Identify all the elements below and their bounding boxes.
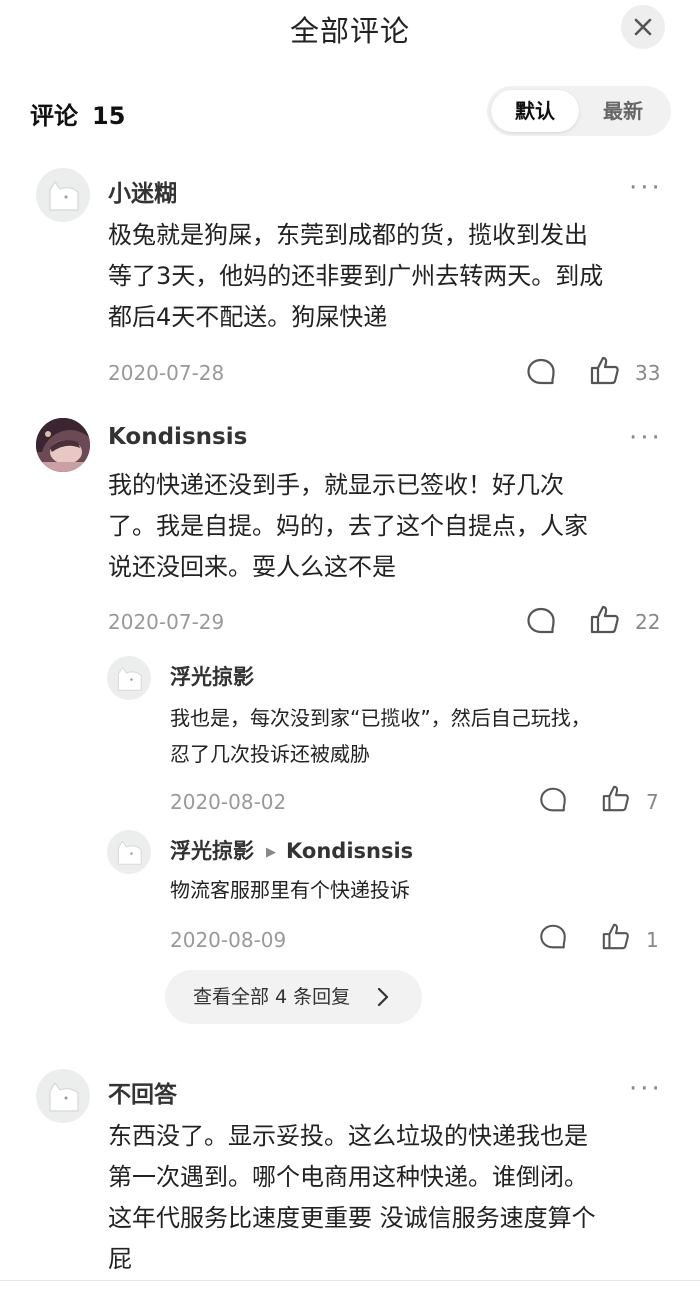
comment-text-line: 说还没回来。耍人么这不是 [108,553,396,581]
like-thumb-icon[interactable] [589,603,621,635]
page-title: 全部评论 [289,14,410,48]
anime-avatar-icon [36,418,90,472]
reply-bubble-icon[interactable] [525,605,557,637]
like-count: 1 [646,928,659,952]
comment-text-line: 东西没了。显示妥投。这么垃圾的快递我也是 [108,1122,588,1150]
comment-author[interactable]: 小迷糊 [108,174,177,208]
reply-text: 物流客服那里有个快递投诉 [170,872,660,908]
comment-text-line: 极兔就是狗屎，东莞到成都的货，揽收到发出 [108,221,588,249]
sort-latest-button[interactable]: 最新 [579,90,667,132]
avatar[interactable] [36,418,90,472]
more-options-button[interactable]: ··· [629,425,663,451]
like-thumb-icon[interactable] [601,921,631,951]
comment-count-value: 15 [92,102,126,130]
avatar[interactable] [107,830,151,874]
avatar[interactable] [107,656,151,700]
view-all-replies-button[interactable]: 查看全部 4 条回复 [165,970,422,1024]
reply-to-user[interactable]: Kondisnsis [286,839,413,863]
chevron-right-icon [377,987,389,1007]
reply-text: 我也是，每次没到家“已揽收”，然后自己玩找， 忍了几次投诉还被威胁 [170,700,660,772]
comment-count-label: 评论 [30,102,78,130]
comment-date: 2020-07-28 [108,361,225,385]
reply-date: 2020-08-02 [170,790,287,814]
comment-text-line: 这年代服务比速度更重要 没诚信服务速度算个 [108,1204,596,1232]
more-options-button[interactable]: ··· [629,1076,663,1102]
avatar[interactable] [36,168,90,222]
reply-text-line: 忍了几次投诉还被威胁 [170,742,370,766]
comment-text: 极兔就是狗屎，东莞到成都的货，揽收到发出 等了3天，他妈的还非要到广州去转两天。… [108,215,668,338]
dog-avatar-icon [117,840,142,865]
like-count: 7 [646,790,659,814]
close-button[interactable] [621,5,665,49]
divider [0,1280,700,1281]
comment-text-line: 我的快递还没到手，就显示已签收！好几次 [108,471,564,499]
header: 全部评论 [0,0,700,54]
like-count: 33 [635,361,661,385]
comment-text-line: 了。我是自提。妈的，去了这个自提点，人家 [108,512,588,540]
dog-avatar-icon [117,666,142,691]
sort-toggle: 默认 最新 [487,86,671,136]
sort-default-button[interactable]: 默认 [491,90,579,132]
like-thumb-icon[interactable] [589,354,621,386]
reply-arrow-icon: ▶ [266,844,276,860]
reply-date: 2020-08-09 [170,928,287,952]
reply-bubble-icon[interactable] [538,922,568,952]
like-count: 22 [635,610,661,634]
reply-author[interactable]: 浮光掠影 [170,661,254,691]
comment-text-line: 屁 [108,1245,132,1273]
reply-author-line: 浮光掠影 ▶ Kondisnsis [170,835,413,865]
more-options-button[interactable]: ··· [629,175,663,201]
reply-bubble-icon[interactable] [538,785,568,815]
comment-author[interactable]: 不回答 [108,1075,177,1109]
dog-avatar-icon [49,180,79,211]
close-icon [634,18,652,36]
dog-avatar-icon [49,1081,79,1112]
reply-text-line: 物流客服那里有个快递投诉 [170,878,410,902]
comment-text: 东西没了。显示妥投。这么垃圾的快递我也是 第一次遇到。哪个电商用这种快递。谁倒闭… [108,1116,668,1280]
reply-text-line: 我也是，每次没到家“已揽收”，然后自己玩找， [170,706,591,730]
comment-count: 评论 15 [30,96,125,131]
reply-bubble-icon[interactable] [525,356,557,388]
like-thumb-icon[interactable] [601,783,631,813]
view-all-replies-label: 查看全部 4 条回复 [193,986,351,1008]
comment-text-line: 等了3天，他妈的还非要到广州去转两天。到成 [108,262,604,290]
comment-author[interactable]: Kondisnsis [108,424,247,450]
reply-author[interactable]: 浮光掠影 [170,839,254,863]
comment-text: 我的快递还没到手，就显示已签收！好几次 了。我是自提。妈的，去了这个自提点，人家… [108,465,668,588]
comment-text-line: 都后4天不配送。狗屎快递 [108,303,388,331]
comment-date: 2020-07-29 [108,610,225,634]
avatar[interactable] [36,1069,90,1123]
comment-text-line: 第一次遇到。哪个电商用这种快递。谁倒闭。 [108,1163,588,1191]
